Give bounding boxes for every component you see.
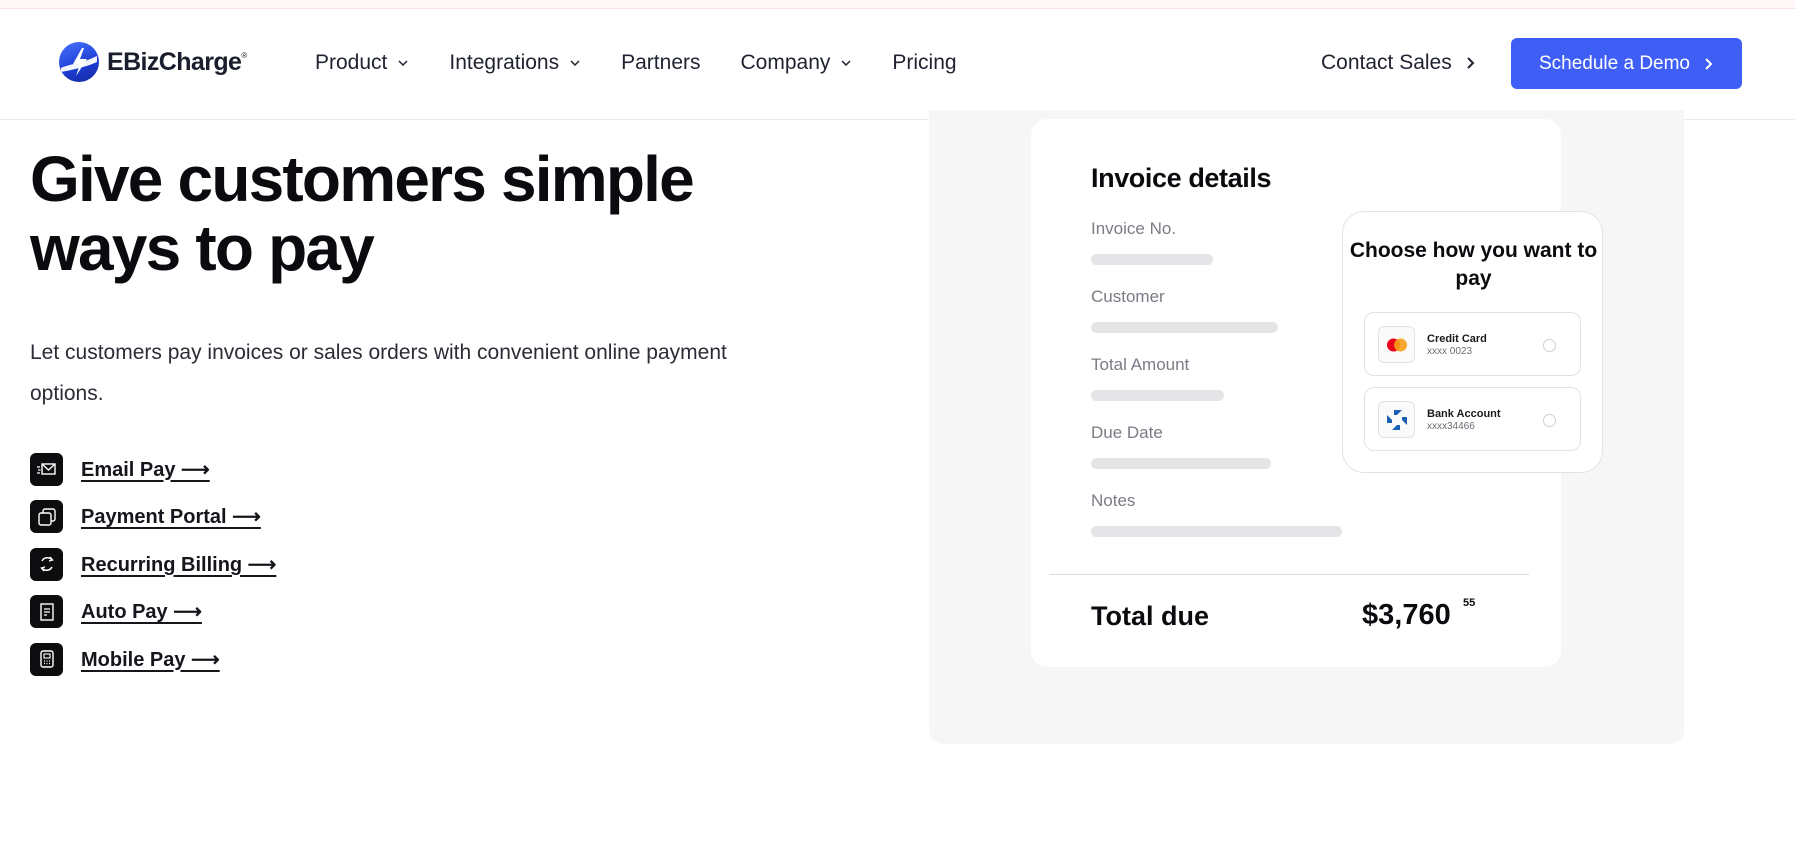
hero-subtitle: Let customers pay invoices or sales orde… xyxy=(30,341,727,405)
radio-button[interactable] xyxy=(1543,339,1556,352)
contact-sales-label: Contact Sales xyxy=(1321,51,1452,74)
field-label-invoice-no: Invoice No. xyxy=(1091,219,1177,238)
total-due-label: Total due xyxy=(1091,601,1209,631)
payment-option-bank-account[interactable]: Bank Account xxxx34466 xyxy=(1364,387,1581,451)
nav-partners[interactable]: Partners xyxy=(621,51,700,75)
list-item: Payment Portal ⟶ xyxy=(30,500,276,533)
total-due-amount: $3,760 xyxy=(1362,599,1451,631)
option-number: xxxx34466 xyxy=(1427,421,1475,432)
placeholder-bar xyxy=(1091,390,1224,401)
option-name: Credit Card xyxy=(1427,333,1487,345)
receipt-icon xyxy=(30,595,63,628)
brand-name-text: EBizCharge xyxy=(107,47,242,76)
email-pay-link[interactable]: Email Pay ⟶ xyxy=(81,457,210,482)
brand-logo[interactable]: EBizCharge® xyxy=(59,42,247,82)
divider xyxy=(1049,574,1529,575)
payment-method-title: Choose how you want to pay xyxy=(1349,239,1598,290)
nav-pricing-label: Pricing xyxy=(892,51,957,74)
chevron-right-icon xyxy=(1467,57,1475,69)
list-item: Email Pay ⟶ xyxy=(30,452,276,486)
mastercard-icon xyxy=(1378,326,1415,363)
option-name: Bank Account xyxy=(1427,408,1501,420)
radio-button[interactable] xyxy=(1543,414,1556,427)
schedule-demo-button[interactable]: Schedule a Demo xyxy=(1511,38,1742,89)
recurring-icon xyxy=(30,547,63,581)
portal-icon xyxy=(30,500,63,533)
hero-title: Give customers simple ways to pay xyxy=(30,143,695,284)
site-header: EBizCharge® Product Integrations Partner… xyxy=(0,9,1795,120)
bank-logo-icon xyxy=(1378,401,1415,438)
field-label-total-amount: Total Amount xyxy=(1091,355,1190,374)
logo-bolt-icon xyxy=(59,42,99,82)
main-nav: Product Integrations Partners Company Pr… xyxy=(315,51,997,75)
email-icon xyxy=(30,452,63,486)
placeholder-bar xyxy=(1091,322,1278,333)
field-label-due-date: Due Date xyxy=(1091,423,1163,442)
nav-partners-label: Partners xyxy=(621,51,701,74)
contact-sales-link[interactable]: Contact Sales xyxy=(1321,51,1476,75)
schedule-demo-label: Schedule a Demo xyxy=(1538,52,1691,74)
placeholder-bar xyxy=(1091,526,1342,537)
nav-pricing[interactable]: Pricing xyxy=(892,51,956,75)
nav-company-label: Company xyxy=(740,51,831,74)
chevron-right-icon xyxy=(1705,57,1713,70)
chevron-down-icon xyxy=(398,60,408,67)
recurring-billing-link[interactable]: Recurring Billing ⟶ xyxy=(81,552,276,577)
nav-company[interactable]: Company xyxy=(741,51,853,75)
trademark-symbol: ® xyxy=(241,50,247,60)
payment-method-card: Choose how you want to pay Credit Card x… xyxy=(1342,211,1603,473)
invoice-title: Invoice details xyxy=(1091,163,1272,193)
placeholder-bar xyxy=(1091,254,1213,265)
mobile-icon xyxy=(30,642,63,676)
mobile-pay-link[interactable]: Mobile Pay ⟶ xyxy=(81,647,220,672)
chevron-down-icon xyxy=(570,60,580,67)
field-label-notes: Notes xyxy=(1091,491,1136,510)
chevron-down-icon xyxy=(841,60,851,67)
top-accent-strip xyxy=(0,0,1795,9)
field-label-customer: Customer xyxy=(1091,287,1165,306)
nav-product-label: Product xyxy=(315,51,388,74)
payment-option-credit-card[interactable]: Credit Card xxxx 0023 xyxy=(1364,312,1581,376)
payment-methods-list: Email Pay ⟶ Payment Portal ⟶ Recurring B… xyxy=(30,452,276,691)
option-number: xxxx 0023 xyxy=(1427,346,1473,357)
nav-integrations[interactable]: Integrations xyxy=(449,51,581,75)
brand-name: EBizCharge® xyxy=(107,48,247,77)
list-item: Auto Pay ⟶ xyxy=(30,595,276,628)
auto-pay-link[interactable]: Auto Pay ⟶ xyxy=(81,599,202,624)
placeholder-bar xyxy=(1091,458,1271,469)
nav-product[interactable]: Product xyxy=(315,51,409,75)
payment-portal-link[interactable]: Payment Portal ⟶ xyxy=(81,504,261,529)
list-item: Recurring Billing ⟶ xyxy=(30,547,276,581)
total-due-cents: 55 xyxy=(1463,597,1476,609)
list-item: Mobile Pay ⟶ xyxy=(30,642,276,676)
nav-integrations-label: Integrations xyxy=(449,51,560,74)
